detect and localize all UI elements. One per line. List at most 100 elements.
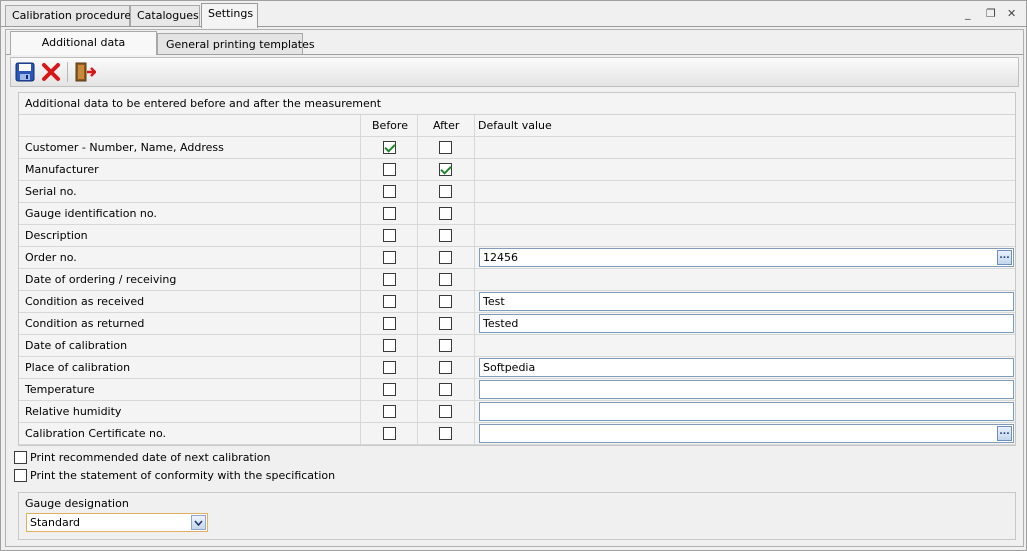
- after-checkbox[interactable]: [439, 185, 452, 198]
- after-checkbox[interactable]: [439, 251, 452, 264]
- tab-additional-data[interactable]: Additional data: [10, 31, 157, 55]
- default-value-text: Test: [483, 295, 505, 308]
- row-label: Condition as returned: [25, 317, 145, 330]
- column-divider: [417, 313, 418, 334]
- after-checkbox[interactable]: [439, 405, 452, 418]
- column-divider: [360, 269, 361, 290]
- before-checkbox[interactable]: [383, 207, 396, 220]
- after-checkbox[interactable]: [439, 317, 452, 330]
- table-row: Order no. 12456...: [19, 247, 1015, 269]
- default-value-input[interactable]: [479, 402, 1014, 421]
- column-divider: [417, 137, 418, 158]
- before-checkbox[interactable]: [383, 361, 396, 374]
- before-checkbox[interactable]: [383, 427, 396, 440]
- option-checkbox[interactable]: [14, 450, 27, 464]
- row-label: Calibration Certificate no.: [25, 427, 166, 440]
- tab-settings[interactable]: Settings: [201, 3, 258, 28]
- chevron-down-icon[interactable]: [191, 515, 206, 530]
- minimize-icon[interactable]: _: [965, 7, 971, 20]
- row-label: Condition as received: [25, 295, 145, 308]
- tab-general-printing-templates[interactable]: General printing templates: [157, 33, 315, 55]
- grid-title: Additional data to be entered before and…: [19, 93, 1015, 115]
- column-divider: [360, 203, 361, 224]
- column-divider: [474, 269, 475, 290]
- default-value-input[interactable]: Test: [479, 292, 1014, 311]
- option-label: Print the statement of conformity with t…: [30, 468, 336, 482]
- gauge-designation-group: Gauge designation Standard: [18, 492, 1016, 540]
- column-divider: [360, 247, 361, 268]
- exit-button[interactable]: [73, 61, 97, 83]
- row-label: Relative humidity: [25, 405, 122, 418]
- default-value-input[interactable]: Softpedia: [479, 358, 1014, 377]
- column-divider: [360, 137, 361, 158]
- option-label: Print recommended date of next calibrati…: [30, 450, 271, 464]
- table-row: Temperature: [19, 379, 1015, 401]
- column-divider: [474, 401, 475, 422]
- before-checkbox[interactable]: [383, 273, 396, 286]
- after-checkbox[interactable]: [439, 141, 452, 154]
- column-divider: [360, 313, 361, 334]
- default-value-input[interactable]: [479, 380, 1014, 399]
- browse-button[interactable]: ...: [997, 250, 1012, 265]
- browse-button[interactable]: ...: [997, 426, 1012, 441]
- default-value-input[interactable]: Tested: [479, 314, 1014, 333]
- row-label: Order no.: [25, 251, 77, 264]
- after-checkbox[interactable]: [439, 273, 452, 286]
- tab-calibration-procedures[interactable]: Calibration procedures: [5, 5, 137, 27]
- column-divider: [474, 357, 475, 378]
- header-before: Before: [372, 119, 408, 132]
- column-divider: [474, 203, 475, 224]
- column-divider: [417, 423, 418, 444]
- column-divider: [360, 379, 361, 400]
- after-checkbox[interactable]: [439, 339, 452, 352]
- before-checkbox[interactable]: [383, 251, 396, 264]
- before-checkbox[interactable]: [383, 229, 396, 242]
- table-row: Customer - Number, Name, Address: [19, 137, 1015, 159]
- restore-icon[interactable]: ❐: [986, 7, 996, 20]
- default-value-text: Tested: [483, 317, 519, 330]
- before-checkbox[interactable]: [383, 339, 396, 352]
- table-row: Gauge identification no.: [19, 203, 1015, 225]
- row-label: Temperature: [25, 383, 95, 396]
- table-row: Calibration Certificate no....: [19, 423, 1015, 445]
- after-checkbox[interactable]: [439, 207, 452, 220]
- before-checkbox[interactable]: [383, 163, 396, 176]
- row-label: Date of ordering / receiving: [25, 273, 177, 286]
- option-checkbox[interactable]: [14, 468, 27, 482]
- default-value-text: Softpedia: [483, 361, 536, 374]
- grid-header-row: Before After Default value: [19, 115, 1015, 137]
- after-checkbox[interactable]: [439, 361, 452, 374]
- default-value-input[interactable]: 12456...: [479, 248, 1014, 267]
- close-icon[interactable]: ✕: [1007, 7, 1016, 20]
- option-print-next-calibration[interactable]: Print recommended date of next calibrati…: [14, 450, 271, 464]
- default-value-input[interactable]: ...: [479, 424, 1014, 443]
- after-checkbox[interactable]: [439, 229, 452, 242]
- column-divider: [417, 291, 418, 312]
- save-button[interactable]: [13, 61, 37, 83]
- before-checkbox[interactable]: [383, 141, 396, 154]
- option-print-conformity[interactable]: Print the statement of conformity with t…: [14, 468, 335, 482]
- settings-panel: Additional data General printing templat…: [5, 29, 1024, 547]
- after-checkbox[interactable]: [439, 163, 452, 176]
- before-checkbox[interactable]: [383, 383, 396, 396]
- before-checkbox[interactable]: [383, 295, 396, 308]
- delete-button[interactable]: [39, 61, 63, 83]
- gauge-designation-select[interactable]: Standard: [26, 513, 208, 532]
- tab-bar-divider: [1, 26, 1026, 27]
- column-divider: [474, 335, 475, 356]
- tab-catalogues[interactable]: Catalogues: [130, 5, 200, 27]
- save-icon: [15, 62, 35, 82]
- before-checkbox[interactable]: [383, 405, 396, 418]
- row-label: Customer - Number, Name, Address: [25, 141, 224, 154]
- row-label: Serial no.: [25, 185, 77, 198]
- exit-icon: [75, 62, 96, 82]
- column-divider: [360, 115, 361, 136]
- header-default-value: Default value: [478, 119, 552, 132]
- app-window: Calibration procedures Catalogues Settin…: [0, 0, 1027, 551]
- column-divider: [360, 357, 361, 378]
- after-checkbox[interactable]: [439, 427, 452, 440]
- after-checkbox[interactable]: [439, 295, 452, 308]
- before-checkbox[interactable]: [383, 317, 396, 330]
- before-checkbox[interactable]: [383, 185, 396, 198]
- after-checkbox[interactable]: [439, 383, 452, 396]
